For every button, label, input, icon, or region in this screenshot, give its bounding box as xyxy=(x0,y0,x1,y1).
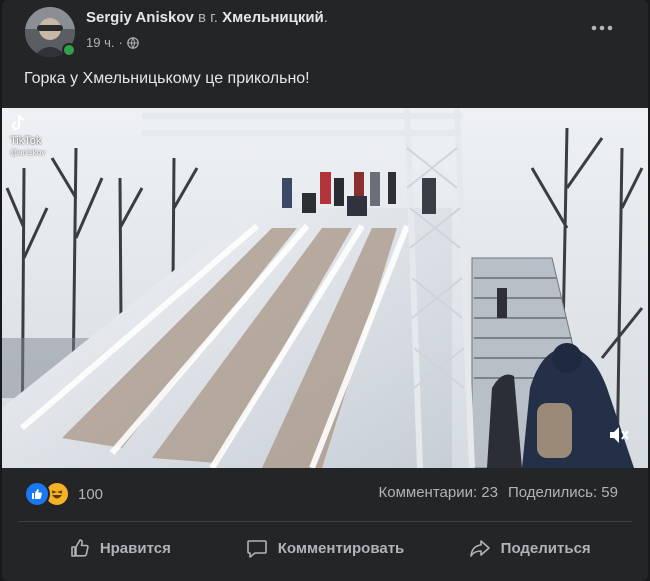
thumbs-up-icon xyxy=(71,539,89,557)
like-reaction-icon xyxy=(24,481,50,507)
reactions-summary[interactable]: 100 xyxy=(24,480,103,508)
shares-count-link[interactable]: Поделились: 59 xyxy=(508,484,618,501)
comment-button[interactable]: Комментировать xyxy=(223,528,428,568)
globe-icon[interactable] xyxy=(127,36,139,49)
location-preposition: в г. xyxy=(198,9,218,26)
tiktok-handle: @aniskov xyxy=(10,148,46,157)
video-frame xyxy=(2,108,648,468)
like-label: Нравится xyxy=(99,539,171,557)
share-icon xyxy=(469,540,490,557)
post-header: Sergiy Aniskov в г. Хмельницкий. xyxy=(86,9,328,26)
location-suffix: . xyxy=(323,9,328,26)
post-actions: Нравится Комментировать Поделиться xyxy=(18,528,632,568)
like-button[interactable]: Нравится xyxy=(18,528,223,568)
volume-muted-icon xyxy=(610,427,629,443)
post-card: Sergiy Aniskov в г. Хмельницкий. 19 ч. ·… xyxy=(2,0,648,581)
share-button[interactable]: Поделиться xyxy=(427,528,632,568)
meta-separator: · xyxy=(118,35,123,50)
post-text: Горка у Хмельницькому це прикольно! xyxy=(24,70,310,87)
comment-label: Комментировать xyxy=(277,539,405,557)
more-options-button[interactable] xyxy=(584,10,620,46)
tiktok-logo-icon xyxy=(11,114,25,131)
actions-divider xyxy=(18,521,632,522)
tiktok-watermark: TikTok @aniskov xyxy=(10,114,45,159)
comments-count-link[interactable]: Комментарии: 23 xyxy=(379,484,499,501)
video-player[interactable]: TikTok @aniskov xyxy=(2,108,648,468)
engagement-stats: Комментарии: 23 Поделились: 59 xyxy=(379,484,619,501)
post-meta: 19 ч. · xyxy=(86,35,139,50)
share-label: Поделиться xyxy=(500,539,591,557)
location-link[interactable]: Хмельницкий xyxy=(222,9,324,26)
reaction-count: 100 xyxy=(78,485,104,503)
post-timestamp[interactable]: 19 ч. xyxy=(86,35,114,50)
author-name[interactable]: Sergiy Aniskov xyxy=(86,9,194,26)
mute-button[interactable] xyxy=(608,425,630,450)
comment-icon xyxy=(246,540,267,558)
online-status-indicator xyxy=(62,43,76,57)
more-options-icon xyxy=(591,25,613,31)
tiktok-label: TikTok xyxy=(10,135,42,147)
